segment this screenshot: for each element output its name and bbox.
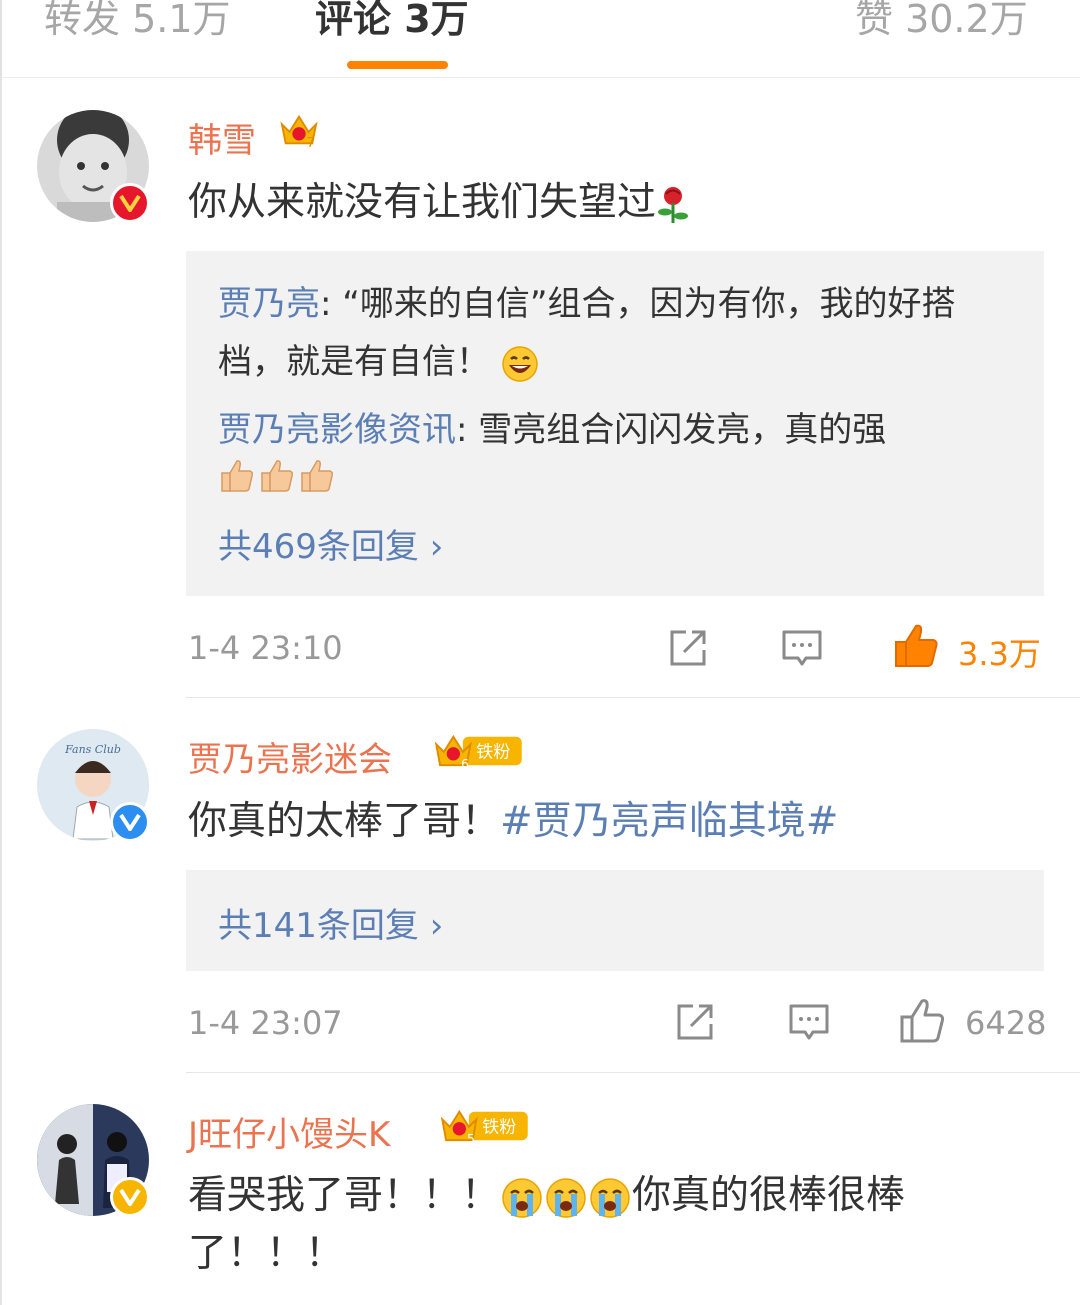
like-count: 3.3万 xyxy=(958,635,1041,673)
thumbs-up-emoji xyxy=(221,460,333,492)
comment-timestamp: 1-4 23:10 xyxy=(188,629,343,667)
tab-reposts[interactable]: 转发 5.1万 xyxy=(44,0,231,43)
view-replies-link[interactable]: 共141条回复 › xyxy=(218,898,443,947)
comment-text: 看哭我了哥！！！ 你真的很棒很棒了！！！ xyxy=(188,1167,1028,1283)
comment-body: 看哭我了哥！！！ xyxy=(188,1173,501,1218)
reply-preview-box[interactable]: 贾乃亮: “哪来的自信”组合，因为有你，我的好搭档，就是有自信！ 贾乃亮影像资讯… xyxy=(186,251,1044,596)
comment-tabs: 转发 5.1万 评论 3万 赞 30.2万 xyxy=(0,0,1080,78)
active-tab-indicator xyxy=(347,61,448,69)
like-count: 6428 xyxy=(965,1004,1047,1042)
verified-icon xyxy=(110,1177,150,1217)
verified-icon xyxy=(110,802,150,842)
laughing-emoji xyxy=(502,345,538,382)
hashtag-link[interactable]: #贾乃亮声临其境# xyxy=(500,799,838,844)
reply-author[interactable]: 贾乃亮 xyxy=(218,284,320,324)
username[interactable]: 韩雪 xyxy=(188,113,256,162)
like-icon[interactable] xyxy=(898,997,946,1045)
reply-item: 贾乃亮: “哪来的自信”组合，因为有你，我的好搭档，就是有自信！ xyxy=(218,275,1018,391)
comment-icon[interactable] xyxy=(780,626,824,670)
like-icon[interactable] xyxy=(892,622,940,670)
svg-text:铁粉: 铁粉 xyxy=(476,743,510,763)
verified-icon xyxy=(110,183,150,223)
tab-likes[interactable]: 赞 30.2万 xyxy=(855,0,1028,43)
forward-icon[interactable] xyxy=(673,1000,717,1044)
comment-text: 你从来就没有让我们失望过 xyxy=(188,174,1028,232)
comment-timestamp: 1-4 23:07 xyxy=(188,1004,343,1042)
crown-badge-icon: 7 xyxy=(280,114,318,149)
crown-badge-icon: 5 铁粉 xyxy=(440,1109,528,1144)
left-border xyxy=(0,78,2,1305)
comment-divider xyxy=(186,697,1080,698)
thumbs-up-emojis xyxy=(218,457,338,499)
comment-icon[interactable] xyxy=(787,1000,831,1044)
comment-body: 你真的太棒了哥！ xyxy=(188,799,501,844)
comment-text: 你真的太棒了哥！#贾乃亮声临其境# xyxy=(188,793,1028,851)
view-replies-link[interactable]: 共469条回复 › xyxy=(218,519,443,568)
svg-text:6: 6 xyxy=(461,757,469,769)
svg-text:7: 7 xyxy=(307,136,315,149)
rose-emoji xyxy=(658,186,689,223)
reply-text: : “哪来的自信”组合，因为有你，我的好搭档，就是有自信！ xyxy=(218,284,956,382)
svg-text:铁粉: 铁粉 xyxy=(482,1118,516,1138)
reply-preview-box[interactable]: 共141条回复 › xyxy=(186,870,1044,971)
comment-divider xyxy=(186,1072,1080,1073)
username[interactable]: J旺仔小馒头K xyxy=(188,1107,390,1156)
comment-body: 你从来就没有让我们失望过 xyxy=(188,180,657,225)
crown-badge-icon: 6 铁粉 xyxy=(434,734,522,769)
reply-text: : 雪亮组合闪闪发亮，真的强 xyxy=(456,410,887,450)
reply-author[interactable]: 贾乃亮影像资讯 xyxy=(218,410,456,450)
reply-item: 贾乃亮影像资讯: 雪亮组合闪闪发亮，真的强 xyxy=(218,401,1018,459)
crying-emoji xyxy=(502,1177,630,1218)
svg-text:Fans Club: Fans Club xyxy=(64,743,121,756)
username[interactable]: 贾乃亮影迷会 xyxy=(188,732,392,781)
tab-comments[interactable]: 评论 3万 xyxy=(315,0,469,43)
forward-icon[interactable] xyxy=(666,626,710,670)
svg-text:5: 5 xyxy=(467,1132,475,1144)
